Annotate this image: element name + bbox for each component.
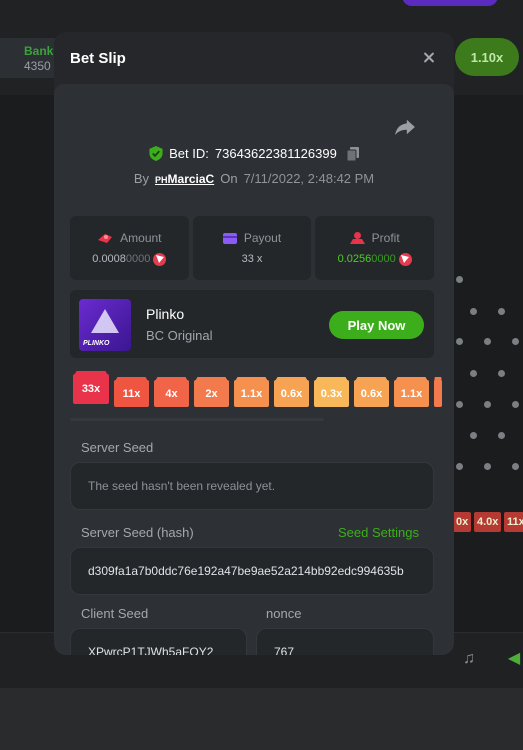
client-seed-label: Client Seed	[81, 606, 149, 621]
app-footer	[0, 688, 523, 750]
profit-value: 0.0256	[337, 253, 372, 265]
share-icon[interactable]	[394, 118, 416, 136]
amount-value-trailing: 0000	[125, 253, 151, 265]
modal-body: Bet ID: 73643622381126399 By PHMarciaC O…	[54, 84, 454, 655]
amount-label: Amount	[120, 230, 162, 245]
board-peg	[498, 308, 505, 315]
plinko-board-dots	[448, 268, 523, 508]
amount-icon	[98, 233, 113, 243]
multiplier-chip: 0.3x	[314, 380, 349, 407]
user-prefix: PH	[155, 174, 168, 185]
nonce-field[interactable]: 767	[256, 628, 434, 655]
game-provider: BC Original	[146, 328, 213, 343]
sound-icon[interactable]: ◀	[505, 650, 523, 668]
board-peg	[456, 401, 463, 408]
profit-value-trailing: 0000	[371, 253, 396, 265]
trx-coin-icon	[398, 252, 412, 266]
bet-id-row: Bet ID: 73643622381126399	[54, 146, 454, 161]
multiplier-row[interactable]: 33x 11x 4x 2x 1.1x 0.6x 0.3x 0.6x 1.1x	[70, 372, 454, 414]
thumbnail-label: PLINKO	[83, 340, 110, 347]
bet-author-row: By PHMarciaC On 7/11/2022, 2:48:42 PM	[54, 171, 454, 186]
board-peg	[456, 338, 463, 345]
board-peg	[470, 308, 477, 315]
payout-icon	[222, 232, 237, 244]
board-peg	[498, 432, 505, 439]
multiplier-chip: 11x	[114, 380, 149, 407]
username-link[interactable]: PHMarciaC	[155, 172, 214, 186]
profit-stat: Profit 0.0256 0000	[315, 216, 435, 280]
bet-details-card: Bet ID: 73643622381126399 By PHMarciaC O…	[54, 84, 454, 655]
payout-label: Payout	[243, 231, 282, 245]
board-peg	[512, 338, 519, 345]
profit-label: Profit	[371, 230, 400, 245]
profit-icon	[349, 231, 365, 244]
game-card: PLINKO Plinko BC Original Play Now	[70, 290, 434, 358]
server-seed-hash-label: Server Seed (hash)	[81, 525, 194, 540]
server-seed-label: Server Seed	[81, 440, 154, 455]
board-peg	[484, 401, 491, 408]
bet-slip-modal: Bet Slip Bet ID: 73643622381126399 By PH…	[54, 32, 454, 655]
payout-stat: Payout 33 x	[192, 216, 312, 280]
copy-icon[interactable]	[346, 146, 359, 161]
bet-stats: Amount 0.0008 0000 Payout 33 x Profit 0.…	[70, 216, 435, 280]
modal-title: Bet Slip	[70, 49, 126, 67]
purple-button-background	[402, 0, 498, 6]
bg-multiplier-chip: 11x	[504, 512, 523, 532]
board-peg	[470, 370, 477, 377]
game-name: Plinko	[146, 306, 185, 322]
amount-stat: Amount 0.0008 0000	[70, 216, 189, 280]
bet-datetime: 7/11/2022, 2:48:42 PM	[243, 171, 375, 186]
by-label: By	[133, 171, 150, 186]
multiplier-chip: 1.1x	[394, 380, 429, 407]
modal-header: Bet Slip	[54, 32, 454, 84]
board-peg	[512, 463, 519, 470]
board-peg	[512, 401, 519, 408]
board-peg	[484, 338, 491, 345]
board-peg	[456, 463, 463, 470]
trx-coin-icon	[153, 252, 167, 266]
multiplier-scrollbar[interactable]	[70, 418, 324, 421]
bg-multiplier-chip: 0x	[453, 512, 472, 532]
multiplier-chip: 0.6x	[274, 380, 309, 407]
server-seed-field: The seed hasn't been revealed yet.	[70, 462, 434, 510]
multiplier-chip: 4x	[154, 380, 189, 407]
bet-id-label: Bet ID:	[169, 146, 209, 161]
plinko-game-thumbnail[interactable]: PLINKO	[79, 299, 131, 351]
bg-multiplier-chip: 4.0x	[474, 512, 502, 532]
multiplier-chip: 33x	[73, 374, 109, 404]
play-now-button[interactable]: Play Now	[329, 311, 424, 339]
nonce-label: nonce	[266, 606, 302, 621]
board-peg	[470, 432, 477, 439]
payout-value: 33 x	[241, 253, 263, 265]
client-seed-field[interactable]: XPwrcP1TJWh5aFOY2	[70, 628, 247, 655]
on-label: On	[220, 171, 238, 186]
bet-id-value: 73643622381126399	[214, 146, 337, 161]
board-peg	[484, 463, 491, 470]
board-peg	[456, 276, 463, 283]
multiplier-chip: 1.1x	[234, 380, 269, 407]
shield-check-icon	[149, 146, 163, 161]
close-icon[interactable]	[420, 49, 438, 67]
multiplier-chip: 2x	[194, 380, 229, 407]
username: MarciaC	[167, 171, 215, 186]
board-peg	[498, 370, 505, 377]
seed-settings-link[interactable]: Seed Settings	[338, 525, 419, 540]
music-icon[interactable]: ♫	[460, 650, 478, 668]
server-seed-hash-field[interactable]: d309fa1a7b0ddc76e192a47be9ae52a214bb92ed…	[70, 547, 434, 595]
amount-value: 0.0008	[92, 253, 126, 265]
last-multiplier-pill: 1.10x	[455, 38, 519, 76]
multiplier-chip: 0.6x	[354, 380, 389, 407]
multiplier-chip-partial	[434, 380, 442, 407]
